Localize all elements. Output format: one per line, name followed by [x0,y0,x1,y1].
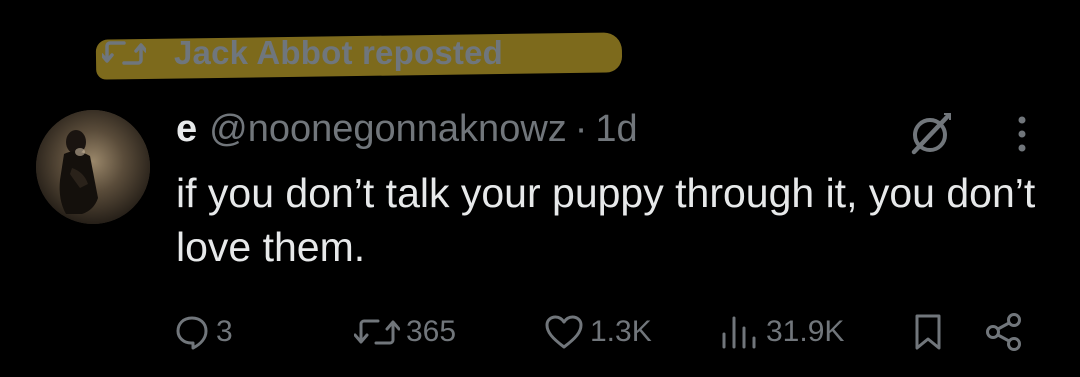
handle[interactable]: @noonegonnaknowz [209,108,567,151]
reply-icon [176,316,208,350]
views-icon [722,316,756,349]
avatar[interactable] [36,110,150,224]
post-text: if you don’t talk your puppy through it,… [176,170,1036,270]
tweet[interactable]: Jack Abbot reposted e @noonegonnaknowz ·… [0,0,1080,377]
share-button[interactable] [984,308,1024,356]
action-bar: 3 365 1.3K 31.9K [0,308,1080,356]
share-icon [986,313,1021,351]
reply-count: 3 [216,315,233,348]
repost-header: Jack Abbot reposted [95,28,623,80]
views-button[interactable]: 31.9K [720,308,844,356]
view-count: 31.9K [766,315,845,348]
grok-icon[interactable] [906,110,954,158]
reply-button[interactable]: 3 [174,308,233,356]
repost-icon [102,41,146,65]
like-button[interactable]: 1.3K [544,308,652,356]
avatar-image [36,110,150,224]
bookmark-button[interactable] [912,308,944,356]
separator: · [574,108,588,150]
like-icon [545,315,583,349]
post-header: e @noonegonnaknowz · 1d [176,108,638,156]
repost-count: 365 [406,315,457,348]
repost-button[interactable]: 365 [354,308,456,356]
repost-label[interactable]: Jack Abbot reposted [174,34,503,72]
timestamp[interactable]: 1d [595,108,637,151]
more-icon[interactable] [1008,112,1036,156]
bookmark-icon [915,314,941,350]
like-count: 1.3K [590,315,652,348]
repost-icon [354,319,400,345]
display-name[interactable]: e [176,108,197,151]
